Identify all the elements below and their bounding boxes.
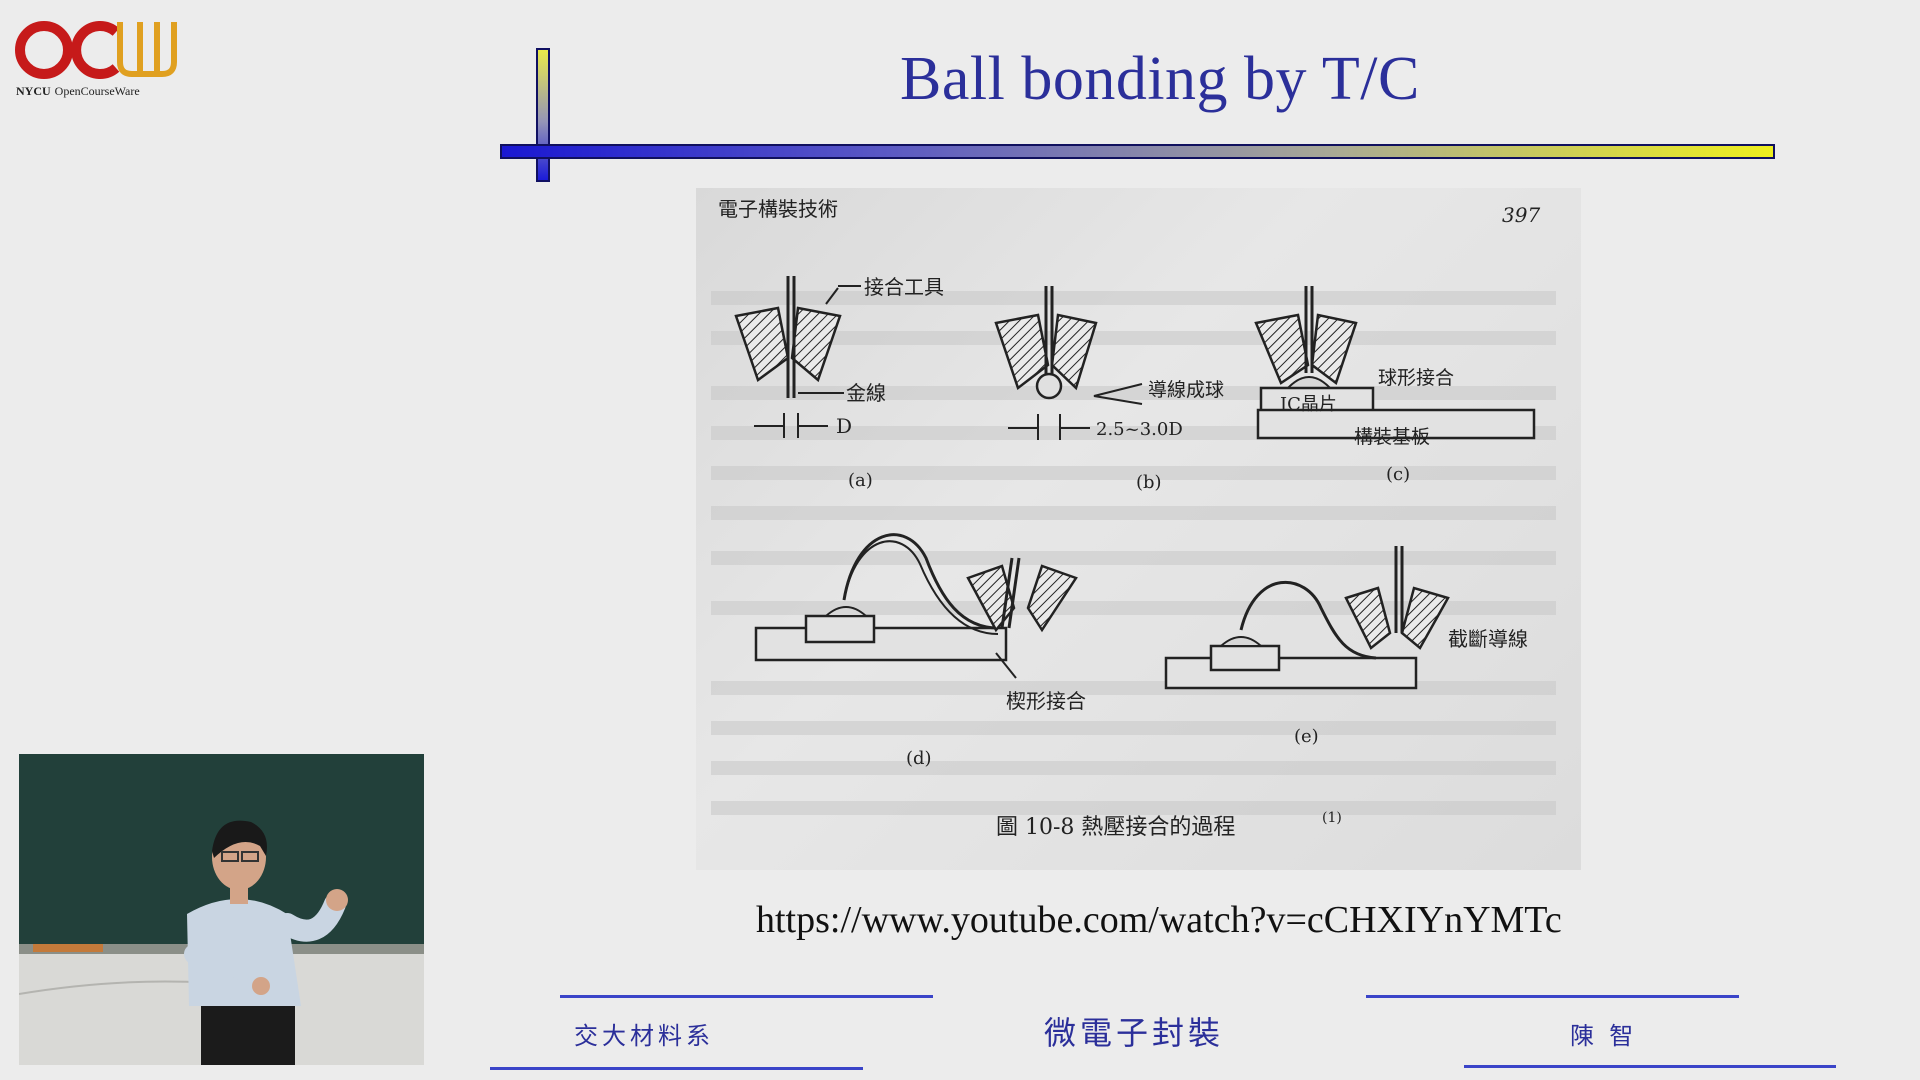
page-number: 397 <box>1502 203 1540 227</box>
ocw-logo-mark <box>15 21 177 79</box>
footer-department: 交大材料系 <box>574 1022 714 1050</box>
label-wedge: 楔形接合 <box>1006 689 1086 713</box>
label-d: D <box>836 414 852 438</box>
footer-line-top-right <box>1366 995 1739 998</box>
panel-a: 接合工具 金線 D (a) <box>734 275 944 491</box>
label-b: (b) <box>1136 472 1162 493</box>
label-dimension: 2.5~3.0D <box>1096 419 1183 440</box>
lecturer-video-frame <box>19 754 424 1065</box>
footer-course-title: 微電子封裝 <box>1044 1014 1225 1052</box>
footer-instructor: 陳 智 <box>1570 1022 1634 1050</box>
label-gold-wire: 金線 <box>846 381 886 405</box>
footer-line-bottom-left <box>490 1067 863 1070</box>
lecturer-video <box>19 754 424 1065</box>
figure-caption: 圖 10-8 熱壓接合的過程 <box>996 815 1235 840</box>
label-cut: 截斷導線 <box>1448 627 1528 651</box>
panel-c: IC晶片 球形接合 構裝基板 (c) <box>1254 286 1536 485</box>
label-substrate: 構裝基板 <box>1354 426 1430 448</box>
label-d-panel: (d) <box>906 748 932 769</box>
textbook-figure: 電子構裝技術 397 接合工具 金線 D (a) 導線成球 2.5~3.0D (… <box>696 188 1581 870</box>
title-vertical-bar <box>536 48 550 182</box>
title-underline-bar <box>500 144 1775 159</box>
footer-line-bottom-right <box>1464 1065 1836 1068</box>
footer-line-top-left <box>560 995 933 998</box>
video-url: https://www.youtube.com/watch?v=cCHXIYnY… <box>756 899 1562 941</box>
panel-e: 截斷導線 (e) <box>1164 546 1528 747</box>
slide-title: Ball bonding by T/C <box>900 45 1420 113</box>
label-ball: 導線成球 <box>1148 379 1224 401</box>
label-e: (e) <box>1294 726 1319 747</box>
page-header: 電子構裝技術 <box>718 197 838 221</box>
label-tool: 接合工具 <box>864 275 944 299</box>
label-a: (a) <box>848 470 873 491</box>
logo-caption: NYCU OpenCourseWare <box>16 84 140 98</box>
label-ball-bond: 球形接合 <box>1378 367 1454 389</box>
label-c: (c) <box>1386 464 1410 485</box>
bonding-diagram: 電子構裝技術 397 接合工具 金線 D (a) 導線成球 2.5~3.0D (… <box>711 197 1556 840</box>
label-ic-chip: IC晶片 <box>1280 394 1337 415</box>
figure-caption-reference: (1) <box>1322 810 1342 826</box>
